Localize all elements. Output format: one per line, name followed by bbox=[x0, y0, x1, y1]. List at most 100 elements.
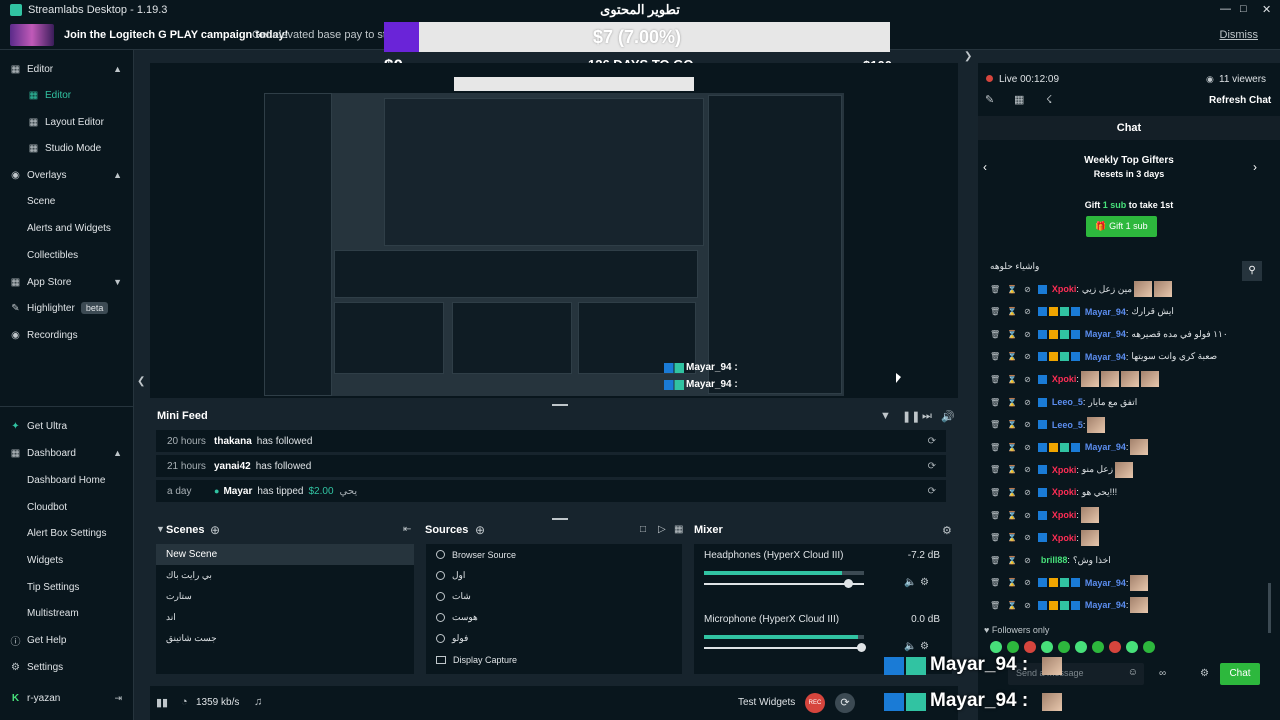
close-icon[interactable]: ✕ bbox=[1262, 3, 1271, 16]
channel-gear-icon[interactable]: ⚙ bbox=[920, 577, 929, 588]
sidebar-item-get-help[interactable]: ⓘ Get Help bbox=[0, 629, 134, 651]
replay-icon[interactable]: ⟳ bbox=[928, 436, 936, 447]
chat-message[interactable]: 🗑 ⌛ ⊘ Leeo_5: اتفق مع مايار bbox=[990, 392, 1260, 412]
emote-icon[interactable] bbox=[1143, 641, 1155, 653]
delete-icon[interactable]: 🗑 bbox=[990, 443, 1000, 452]
delete-icon[interactable]: 🗑 bbox=[990, 578, 1000, 587]
ban-icon[interactable]: ⊘ bbox=[1024, 398, 1031, 407]
chevron-down-icon[interactable]: ▼ bbox=[113, 277, 122, 287]
edit-stream-icon[interactable]: ✎ bbox=[985, 93, 994, 106]
chat-message[interactable]: 🗑 ⌛ ⊘ Xpoki: مين زعل زيي bbox=[990, 279, 1260, 299]
delete-icon[interactable]: 🗑 bbox=[990, 352, 1000, 361]
scene-item[interactable]: بي رايت باك bbox=[156, 565, 414, 586]
skip-icon[interactable]: ⏭ bbox=[922, 410, 932, 423]
source-item[interactable]: فولو bbox=[426, 628, 682, 649]
chat-message[interactable]: 🗑 ⌛ ⊘ Xpoki: زعل منو bbox=[990, 460, 1260, 480]
delete-icon[interactable]: 🗑 bbox=[990, 488, 1000, 497]
timeout-icon[interactable]: ⌛ bbox=[1007, 398, 1017, 407]
volume-track[interactable] bbox=[704, 583, 864, 585]
chat-message[interactable]: 🗑 ⌛ ⊘ Xpoki: bbox=[990, 528, 1260, 548]
ban-icon[interactable]: ⊘ bbox=[1024, 285, 1031, 294]
group-icon[interactable]: □ bbox=[640, 524, 646, 535]
chat-username[interactable]: Mayar_94 bbox=[1085, 442, 1126, 452]
chat-message[interactable]: 🗑 ⌛ ⊘ Xpoki: يحي هو!!! bbox=[990, 482, 1260, 502]
emote-icon[interactable] bbox=[1024, 641, 1036, 653]
timeout-icon[interactable]: ⌛ bbox=[1007, 307, 1017, 316]
timeout-icon[interactable]: ⌛ bbox=[1007, 443, 1017, 452]
collapse-right-icon[interactable]: ❯ bbox=[964, 51, 972, 62]
sidebar-item-cloudbot[interactable]: Cloudbot bbox=[0, 496, 134, 518]
folder-icon[interactable]: ▦ bbox=[674, 524, 683, 535]
gift-sub-button[interactable]: 🎁 Gift 1 sub bbox=[1086, 216, 1157, 237]
ban-icon[interactable]: ⊘ bbox=[1024, 556, 1031, 565]
timeout-icon[interactable]: ⌛ bbox=[1007, 375, 1017, 384]
chat-username[interactable]: Xpoki bbox=[1052, 284, 1077, 294]
chat-send-button[interactable]: Chat bbox=[1220, 663, 1260, 685]
scene-item[interactable]: ستارت bbox=[156, 586, 414, 607]
chat-message[interactable]: 🗑 ⌛ ⊘ Mayar_94:١١٠ فولو في مده قصيرهه bbox=[990, 324, 1260, 344]
timeout-icon[interactable]: ⌛ bbox=[1007, 578, 1017, 587]
delete-icon[interactable]: 🗑 bbox=[990, 556, 1000, 565]
sidebar-item-dashboard[interactable]: ▦ Dashboard ▲ bbox=[0, 442, 134, 464]
chat-username[interactable]: Mayar_94 bbox=[1085, 307, 1126, 317]
replay-icon[interactable]: ⟳ bbox=[928, 486, 936, 497]
lock-icon[interactable]: ▷ bbox=[658, 524, 666, 535]
sidebar-item-overlays[interactable]: ◉ Overlays ▲ bbox=[0, 164, 134, 186]
sidebar-item-collectibles[interactable]: Collectibles bbox=[0, 244, 134, 266]
timeout-icon[interactable]: ⌛ bbox=[1007, 352, 1017, 361]
source-item[interactable]: Browser Source bbox=[426, 544, 682, 565]
scene-item[interactable]: New Scene bbox=[156, 544, 414, 565]
chat-extras-icon[interactable]: ∞ bbox=[1159, 668, 1166, 679]
mute-icon[interactable]: 🔈 bbox=[904, 577, 916, 588]
mixer-gear-icon[interactable]: ⚙ bbox=[942, 524, 952, 537]
chat-username[interactable]: Xpoki bbox=[1052, 533, 1077, 543]
refresh-chat-button[interactable]: Refresh Chat bbox=[1209, 95, 1271, 106]
source-item[interactable]: شات bbox=[426, 586, 682, 607]
source-item[interactable]: Display Capture bbox=[426, 649, 682, 670]
sidebar-item-highlighter[interactable]: ✎ Highlighter beta bbox=[0, 297, 134, 319]
source-item[interactable]: اول bbox=[426, 565, 682, 586]
sidebar-item-multistream[interactable]: Multistream bbox=[0, 602, 134, 624]
sidebar-item-studio-mode[interactable]: ▦ Studio Mode bbox=[0, 137, 134, 159]
chat-settings-icon[interactable]: ⚙ bbox=[1200, 668, 1209, 679]
ban-icon[interactable]: ⊘ bbox=[1024, 465, 1031, 474]
delete-icon[interactable]: 🗑 bbox=[990, 285, 1000, 294]
timeout-icon[interactable]: ⌛ bbox=[1007, 285, 1017, 294]
test-widgets-button[interactable]: Test Widgets bbox=[738, 697, 795, 708]
collapse-icon[interactable]: ▼ bbox=[156, 524, 165, 534]
timeout-icon[interactable]: ⌛ bbox=[1007, 511, 1017, 520]
sidebar-item-scene[interactable]: Scene bbox=[0, 190, 134, 212]
sidebar-item-widgets[interactable]: Widgets bbox=[0, 549, 134, 571]
chat-username[interactable]: Leeo_5 bbox=[1052, 397, 1083, 407]
ban-icon[interactable]: ⊘ bbox=[1024, 488, 1031, 497]
chat-message[interactable]: 🗑 ⌛ ⊘ Leeo_5: bbox=[990, 415, 1260, 435]
emote-icon[interactable] bbox=[1041, 641, 1053, 653]
timeout-icon[interactable]: ⌛ bbox=[1007, 330, 1017, 339]
ban-icon[interactable]: ⊘ bbox=[1024, 330, 1031, 339]
sidebar-item-recordings[interactable]: ◉ Recordings bbox=[0, 324, 134, 346]
chat-message[interactable]: 🗑 ⌛ ⊘ Mayar_94: صعبة كري وانت سويتها bbox=[990, 347, 1260, 367]
delete-icon[interactable]: 🗑 bbox=[990, 420, 1000, 429]
volume-track[interactable] bbox=[704, 647, 864, 649]
notification-bell-icon[interactable]: ♫ bbox=[254, 696, 262, 708]
sidebar-user[interactable]: Kr-yazan ⇥ bbox=[0, 687, 134, 709]
chat-username[interactable]: Xpoki bbox=[1052, 487, 1077, 497]
delete-icon[interactable]: 🗑 bbox=[990, 330, 1000, 339]
emote-icon[interactable] bbox=[1126, 641, 1138, 653]
delete-icon[interactable]: 🗑 bbox=[990, 465, 1000, 474]
stream-preview[interactable]: ❮ ❯ bbox=[137, 51, 972, 398]
emote-icon[interactable] bbox=[1092, 641, 1104, 653]
sidebar-item-layout-editor[interactable]: ▦ Layout Editor bbox=[0, 111, 134, 133]
timeout-icon[interactable]: ⌛ bbox=[1007, 465, 1017, 474]
sidebar-item-editor[interactable]: ▦ Editor ▲ bbox=[0, 58, 134, 80]
volume-slider-knob[interactable] bbox=[844, 579, 853, 588]
chat-message[interactable]: 🗑 ⌛ ⊘ Mayar_94: ايش قرارك bbox=[990, 302, 1260, 322]
replay-buffer-button[interactable]: ⟳ bbox=[835, 693, 855, 713]
chevron-up-icon[interactable]: ▲ bbox=[113, 64, 122, 74]
delete-icon[interactable]: 🗑 bbox=[990, 533, 1000, 542]
volume-icon[interactable]: 🔊 bbox=[941, 410, 955, 423]
source-item[interactable]: هوست bbox=[426, 607, 682, 628]
chat-username[interactable]: Xpoki bbox=[1052, 465, 1077, 475]
record-button[interactable]: REC bbox=[805, 693, 825, 713]
replay-icon[interactable]: ⟳ bbox=[928, 461, 936, 472]
